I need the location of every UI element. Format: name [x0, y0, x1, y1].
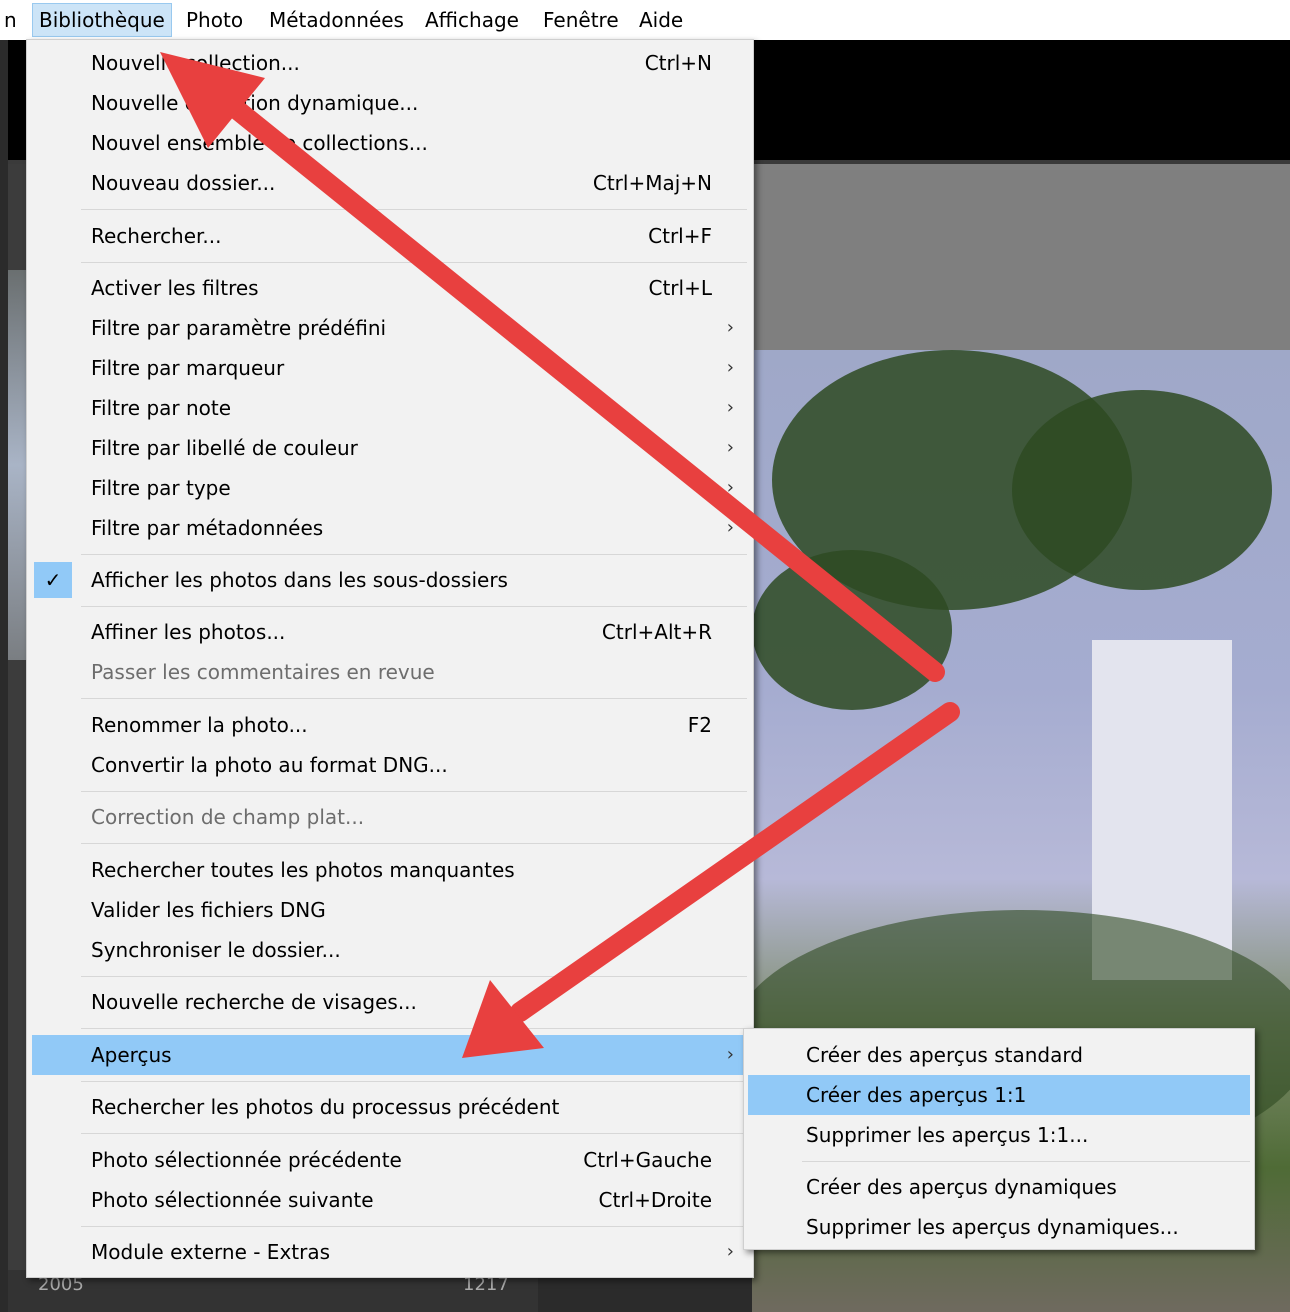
menu-separator — [81, 698, 747, 699]
submenu-chevron-icon: › — [726, 517, 734, 538]
menu-separator — [81, 1226, 747, 1227]
menu-separator — [81, 1028, 747, 1029]
menu-separator — [81, 843, 747, 844]
menu-item-nouveau-dossier[interactable]: Nouveau dossier... Ctrl+Maj+N — [32, 163, 748, 203]
menu-item-filtre-note[interactable]: Filtre par note › — [32, 388, 748, 428]
menu-item-activer-filtres[interactable]: Activer les filtres Ctrl+L — [32, 268, 748, 308]
menu-item-nouvelle-collection[interactable]: Nouvelle collection... Ctrl+N — [32, 43, 748, 83]
menu-separator — [81, 1081, 747, 1082]
submenu-item-apercus-1-1[interactable]: Créer des aperçus 1:1 — [748, 1075, 1250, 1115]
menu-separator — [81, 606, 747, 607]
menu-item-convertir-dng[interactable]: Convertir la photo au format DNG... — [32, 745, 748, 785]
menu-separator — [81, 976, 747, 977]
menubar-fragment[interactable]: n — [0, 4, 23, 36]
menu-item-apercus[interactable]: Aperçus › — [32, 1035, 748, 1075]
submenu-chevron-icon: › — [726, 437, 734, 458]
menu-item-valider-dng[interactable]: Valider les fichiers DNG — [32, 890, 748, 930]
menu-photo[interactable]: Photo — [180, 4, 249, 36]
submenu-chevron-icon: › — [726, 477, 734, 498]
menu-item-affiner-photos[interactable]: Affiner les photos... Ctrl+Alt+R — [32, 612, 748, 652]
menu-item-filtre-libelle[interactable]: Filtre par libellé de couleur › — [32, 428, 748, 468]
menu-separator — [81, 262, 747, 263]
menu-item-nouvelle-collection-dynamique[interactable]: Nouvelle collection dynamique... — [32, 83, 748, 123]
menu-item-synchroniser-dossier[interactable]: Synchroniser le dossier... — [32, 930, 748, 970]
menu-aide[interactable]: Aide — [633, 4, 689, 36]
menu-separator — [81, 209, 747, 210]
menu-bibliotheque[interactable]: Bibliothèque — [32, 3, 172, 37]
menu-item-rechercher[interactable]: Rechercher... Ctrl+F — [32, 216, 748, 256]
menu-affichage[interactable]: Affichage — [419, 4, 525, 36]
menu-item-filtre-parametre[interactable]: Filtre par paramètre prédéfini › — [32, 308, 748, 348]
grey-backdrop — [752, 164, 1290, 350]
submenu-item-apercus-dynamiques[interactable]: Créer des aperçus dynamiques — [748, 1167, 1250, 1207]
menu-item-filtre-type[interactable]: Filtre par type › — [32, 468, 748, 508]
photo-foliage — [1012, 390, 1272, 590]
menu-item-filtre-marqueur[interactable]: Filtre par marqueur › — [32, 348, 748, 388]
checkmark-icon: ✓ — [34, 562, 72, 598]
menu-separator — [81, 1133, 747, 1134]
menu-separator — [81, 791, 747, 792]
menu-item-photo-suivante[interactable]: Photo sélectionnée suivante Ctrl+Droite — [32, 1180, 748, 1220]
menu-item-module-externe[interactable]: Module externe - Extras › — [32, 1232, 748, 1272]
submenu-separator — [802, 1161, 1250, 1162]
submenu-chevron-icon: › — [726, 357, 734, 378]
submenu-item-supprimer-apercus-1-1[interactable]: Supprimer les aperçus 1:1... — [748, 1115, 1250, 1155]
submenu-chevron-icon: › — [726, 317, 734, 338]
menu-item-photo-precedente[interactable]: Photo sélectionnée précédente Ctrl+Gauche — [32, 1140, 748, 1180]
submenu-chevron-icon: › — [726, 397, 734, 418]
menu-bar: n Bibliothèque Photo Métadonnées Afficha… — [0, 0, 1290, 40]
menu-item-afficher-sous-dossiers[interactable]: ✓ Afficher les photos dans les sous-dossi… — [32, 560, 748, 600]
menu-metadonnees[interactable]: Métadonnées — [263, 4, 410, 36]
photo-foliage — [752, 550, 952, 710]
menu-item-passer-commentaires: Passer les commentaires en revue — [91, 660, 435, 684]
submenu-chevron-icon: › — [726, 1044, 734, 1065]
bibliotheque-menu: Nouvelle collection... Ctrl+N Nouvelle co… — [26, 39, 754, 1278]
menu-separator — [81, 554, 747, 555]
menu-fenetre[interactable]: Fenêtre — [537, 4, 625, 36]
submenu-item-apercus-standard[interactable]: Créer des aperçus standard — [748, 1035, 1250, 1075]
submenu-item-supprimer-apercus-dynamiques[interactable]: Supprimer les aperçus dynamiques... — [748, 1207, 1250, 1247]
menu-item-nouvel-ensemble[interactable]: Nouvel ensemble de collections... — [32, 123, 748, 163]
menu-item-filtre-metadonnees[interactable]: Filtre par métadonnées › — [32, 508, 748, 548]
apercus-submenu: Créer des aperçus standard Créer des ape… — [743, 1028, 1255, 1250]
menu-item-renommer-photo[interactable]: Renommer la photo... F2 — [32, 705, 748, 745]
menu-item-recherche-visages[interactable]: Nouvelle recherche de visages... — [32, 982, 748, 1022]
submenu-chevron-icon: › — [726, 1241, 734, 1262]
menu-item-processus-precedent[interactable]: Rechercher les photos du processus précé… — [32, 1087, 748, 1127]
menu-item-photos-manquantes[interactable]: Rechercher toutes les photos manquantes — [32, 850, 748, 890]
menu-item-correction-champ-plat: Correction de champ plat... — [91, 805, 365, 829]
